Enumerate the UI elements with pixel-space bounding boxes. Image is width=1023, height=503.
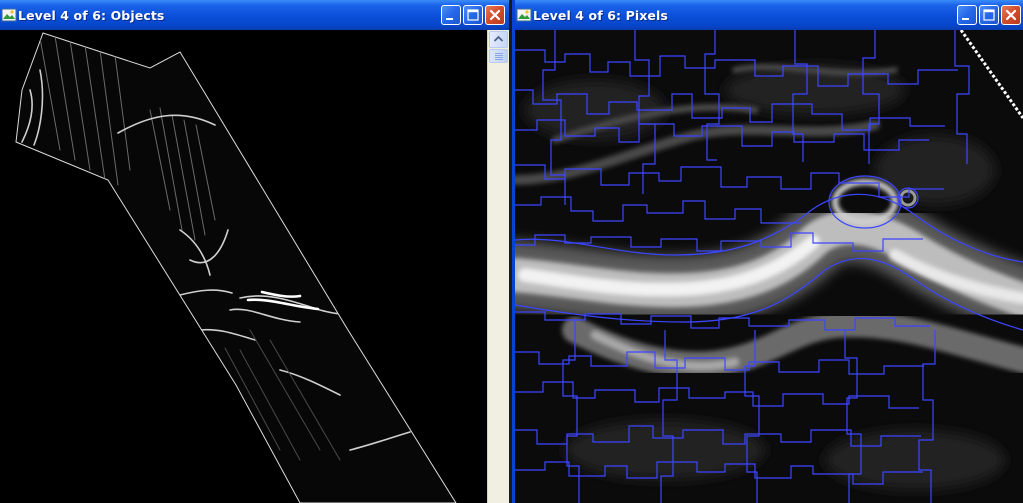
minimize-icon (446, 18, 453, 20)
close-icon (489, 9, 501, 21)
close-button[interactable] (485, 5, 505, 25)
maximize-button[interactable] (979, 5, 999, 25)
scroll-thumb[interactable] (489, 49, 508, 63)
objects-vertical-scrollbar[interactable] (487, 30, 509, 503)
objects-window-titlebar[interactable]: Level 4 of 6: Objects (0, 0, 509, 30)
pixels-image-view[interactable] (515, 30, 1023, 503)
app-icon[interactable] (516, 7, 532, 23)
pixels-window-title: Level 4 of 6: Pixels (533, 8, 668, 23)
chevron-up-icon (493, 35, 504, 42)
maximize-icon (983, 9, 995, 21)
app-icon[interactable] (1, 7, 17, 23)
minimize-icon (962, 18, 969, 20)
pixels-window-titlebar[interactable]: Level 4 of 6: Pixels (515, 0, 1023, 30)
close-button[interactable] (1001, 5, 1021, 25)
minimize-button[interactable] (441, 5, 461, 25)
objects-window-title: Level 4 of 6: Objects (18, 8, 165, 23)
pixels-image (515, 30, 1023, 503)
maximize-icon (467, 9, 479, 21)
maximize-button[interactable] (463, 5, 483, 25)
objects-image-view[interactable] (0, 30, 509, 503)
objects-window[interactable]: Level 4 of 6: Objects (0, 0, 509, 503)
objects-image (0, 30, 487, 503)
minimize-button[interactable] (957, 5, 977, 25)
scroll-up-button[interactable] (489, 31, 508, 48)
close-icon (1005, 9, 1017, 21)
pixels-window[interactable]: Level 4 of 6: Pixels (512, 0, 1023, 503)
